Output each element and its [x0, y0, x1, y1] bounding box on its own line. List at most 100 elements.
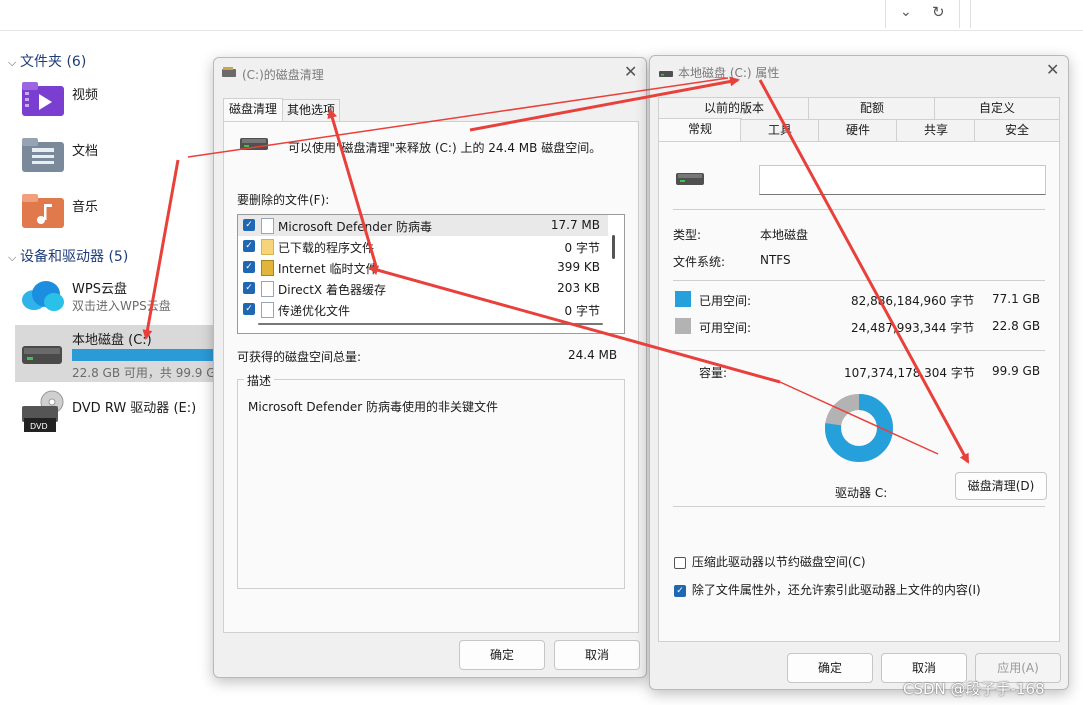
cleanup-intro: 可以使用"磁盘清理"来释放 (C:) 上的 24.4 MB 磁盘空间。: [288, 141, 602, 155]
explorer-toolbar: ⌄ ↻: [0, 0, 1083, 31]
volume-name-input[interactable]: [759, 165, 1046, 195]
filesystem-label: 文件系统:: [673, 255, 726, 269]
drive-icon: [676, 169, 706, 192]
cancel-button[interactable]: 取消: [554, 640, 640, 670]
local-disk-sub: 22.8 GB 可用，共 99.9 GB: [72, 366, 217, 380]
drive-icon: [240, 134, 270, 157]
free-bytes: 24,487,993,344 字节: [851, 321, 975, 335]
tab-customize[interactable]: 自定义: [934, 97, 1060, 119]
list-item[interactable]: ✓ 已下载的程序文件 0 字节: [238, 236, 608, 257]
used-space-swatch: [675, 291, 691, 307]
cleanup-panel: 可以使用"磁盘清理"来释放 (C:) 上的 24.4 MB 磁盘空间。 要删除的…: [223, 121, 639, 633]
checkbox-checked[interactable]: ✓: [243, 261, 255, 273]
divider: [673, 506, 1045, 507]
folder-item-documents[interactable]: [22, 138, 66, 177]
drive-properties-dialog: 本地磁盘 (C:) 属性 ✕ 以前的版本 配额 自定义 常规 工具 硬件 共享 …: [649, 55, 1069, 690]
tab-disk-cleanup[interactable]: 磁盘清理: [223, 98, 283, 122]
documents-folder-icon: [22, 138, 64, 172]
compress-option[interactable]: 压缩此驱动器以节约磁盘空间(C): [674, 553, 866, 570]
general-panel: 类型: 本地磁盘 文件系统: NTFS 已用空间: 82,886,184,960…: [658, 141, 1060, 642]
address-bar-end[interactable]: [885, 0, 960, 28]
folder-icon: [261, 239, 274, 255]
file-icon: [261, 281, 274, 297]
collapse-chevron-icon: ⌵: [8, 56, 17, 69]
description-legend: 描述: [244, 372, 275, 389]
folder-label-video: 视频: [72, 88, 99, 103]
list-item[interactable]: ✓ Microsoft Defender 防病毒 17.7 MB: [238, 215, 608, 236]
tab-general[interactable]: 常规: [658, 118, 742, 142]
checkbox-checked[interactable]: ✓: [243, 219, 255, 231]
collapse-chevron-icon: ⌵: [8, 251, 17, 264]
horizontal-scrollbar[interactable]: [258, 323, 603, 325]
capacity-label: 容量:: [699, 366, 728, 380]
index-option[interactable]: ✓ 除了文件属性外，还允许索引此驱动器上文件的内容(I): [674, 581, 981, 598]
ok-button[interactable]: 确定: [787, 653, 873, 683]
free-space-swatch: [675, 318, 691, 334]
close-icon[interactable]: ✕: [1046, 60, 1059, 79]
lock-icon: [261, 260, 274, 276]
tab-sharing[interactable]: 共享: [896, 119, 976, 141]
divider: [673, 350, 1045, 351]
drive-letter-label: 驱动器 C:: [835, 486, 888, 500]
folder-item-video[interactable]: [22, 82, 66, 121]
dvd-badge: DVD: [30, 422, 48, 431]
free-gb: 22.8 GB: [992, 319, 1041, 333]
tab-tools[interactable]: 工具: [740, 119, 820, 141]
total-value: 24.4 MB: [568, 348, 618, 362]
refresh-icon[interactable]: ↻: [932, 3, 945, 21]
history-dropdown-icon[interactable]: ⌄: [900, 4, 912, 20]
type-label: 类型:: [673, 228, 702, 242]
ok-button[interactable]: 确定: [459, 640, 545, 670]
folders-section-header[interactable]: ⌵ 文件夹 (6): [8, 51, 86, 71]
list-item[interactable]: ✓ DirectX 着色器缓存 203 KB: [238, 278, 608, 299]
tab-quota[interactable]: 配额: [808, 97, 936, 119]
used-gb: 77.1 GB: [992, 292, 1041, 306]
checkbox-checked[interactable]: ✓: [243, 282, 255, 294]
wps-cloud-name: WPS云盘: [72, 282, 127, 297]
files-label: 要删除的文件(F):: [237, 193, 330, 207]
divider: [673, 280, 1045, 281]
used-label: 已用空间:: [699, 294, 752, 308]
checkbox-checked[interactable]: ✓: [243, 303, 255, 315]
folder-label-documents: 文档: [72, 144, 99, 159]
cleanup-title-icon: [222, 67, 238, 82]
watermark: CSDN @段子手-168: [903, 680, 1045, 698]
list-item[interactable]: ✓ 传递优化文件 0 字节: [238, 299, 608, 320]
folder-label-music: 音乐: [72, 200, 99, 215]
files-list[interactable]: ✓ Microsoft Defender 防病毒 17.7 MB ✓ 已下载的程…: [237, 214, 625, 334]
music-folder-icon: [22, 194, 64, 228]
tab-hardware[interactable]: 硬件: [818, 119, 898, 141]
file-icon: [261, 302, 274, 318]
used-bytes: 82,886,184,960 字节: [851, 294, 975, 308]
free-label: 可用空间:: [699, 321, 752, 335]
wps-cloud-item[interactable]: [20, 278, 66, 315]
checkbox-unchecked[interactable]: [674, 556, 686, 569]
vertical-scrollbar[interactable]: [612, 235, 615, 259]
checkbox-checked[interactable]: ✓: [674, 584, 686, 597]
properties-title: 本地磁盘 (C:) 属性: [678, 66, 780, 80]
filesystem-value: NTFS: [760, 253, 791, 267]
list-item[interactable]: ✓ Internet 临时文件 399 KB: [238, 257, 608, 278]
cleanup-title: (C:)的磁盘清理: [242, 68, 324, 82]
tab-other-options[interactable]: 其他选项: [282, 99, 340, 121]
description-text: Microsoft Defender 防病毒使用的非关键文件: [248, 400, 499, 414]
disk-cleanup-button[interactable]: 磁盘清理(D): [955, 472, 1047, 500]
disk-cleanup-dialog: (C:)的磁盘清理 ✕ 磁盘清理 其他选项 可以使用"磁盘清理"来释放 (C:)…: [213, 57, 647, 678]
wps-cloud-icon: [22, 281, 64, 311]
divider: [673, 209, 1045, 210]
tab-previous-versions[interactable]: 以前的版本: [658, 97, 810, 119]
video-folder-icon: [22, 82, 64, 116]
hard-drive-icon: [22, 340, 64, 369]
checkbox-checked[interactable]: ✓: [243, 240, 255, 252]
drives-section-header[interactable]: ⌵ 设备和驱动器 (5): [8, 246, 128, 266]
local-disk-usage-bar: [72, 349, 222, 361]
search-box[interactable]: [970, 0, 1083, 28]
capacity-gb: 99.9 GB: [992, 364, 1041, 378]
wps-cloud-sub: 双击进入WPS云盘: [72, 299, 171, 313]
local-disk-name: 本地磁盘 (C:): [72, 333, 152, 348]
total-label: 可获得的磁盘空间总量:: [237, 350, 362, 364]
close-icon[interactable]: ✕: [624, 62, 637, 81]
tab-security[interactable]: 安全: [974, 119, 1060, 141]
folder-item-music[interactable]: [22, 194, 66, 233]
dvd-drive-icon: DVD: [22, 390, 66, 437]
